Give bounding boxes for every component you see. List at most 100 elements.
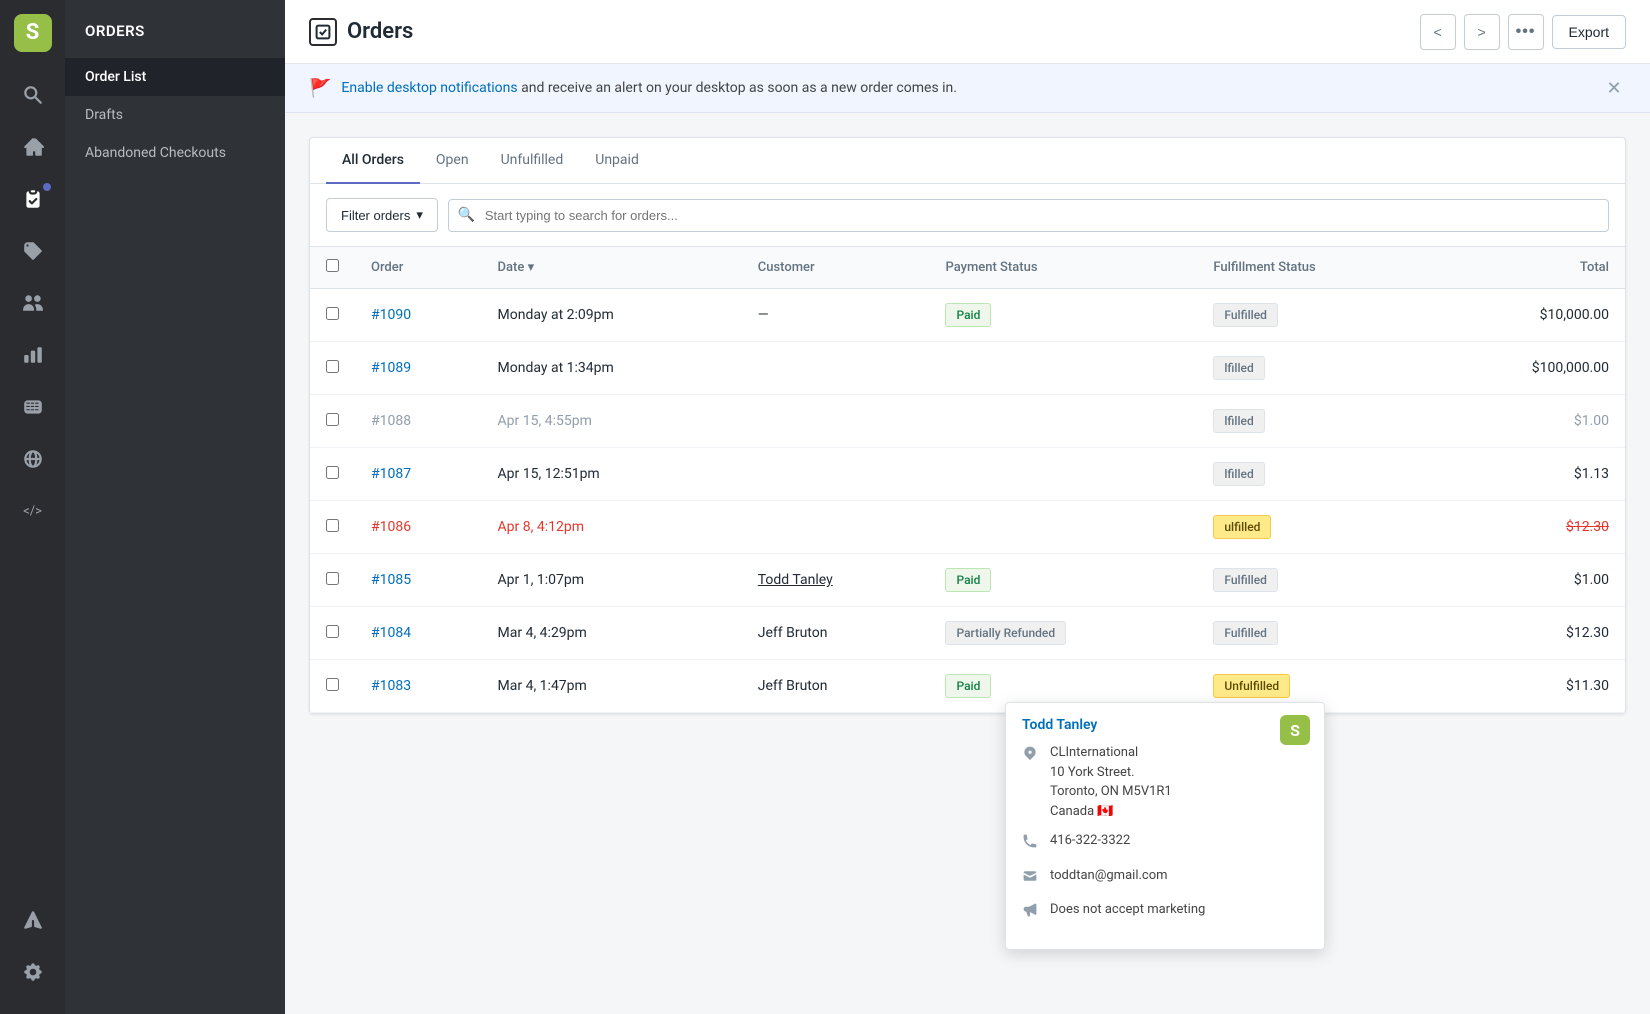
notification-content: 🚩 Enable desktop notifications and recei… (309, 78, 957, 99)
sidebar-item-online-store[interactable] (0, 433, 65, 485)
fulfillment-status-badge: Fulfilled (1213, 568, 1278, 592)
search-icon (22, 84, 44, 106)
order-date: Mar 4, 1:47pm (498, 678, 587, 694)
sidebar-item-search[interactable] (0, 69, 65, 121)
nav-item-drafts[interactable]: Drafts (65, 96, 285, 134)
order-link[interactable]: #1089 (371, 360, 411, 376)
order-link[interactable]: #1090 (371, 307, 411, 323)
tooltip-shopify-icon: S (1280, 715, 1310, 745)
table-row: #1089Monday at 1:34pmlfilled$100,000.00 (310, 342, 1625, 395)
online-store-icon (22, 448, 44, 470)
tab-unpaid[interactable]: Unpaid (579, 138, 655, 184)
shopify-logo[interactable]: S (0, 0, 65, 65)
sidebar-item-products[interactable] (0, 225, 65, 277)
tab-all-orders[interactable]: All Orders (326, 138, 420, 184)
sidebar-item-analytics[interactable] (0, 329, 65, 381)
table-row: #1087Apr 15, 12:51pmlfilled$1.13 (310, 448, 1625, 501)
payment-status-badge: Paid (945, 674, 991, 698)
payment-status-badge: Paid (945, 303, 991, 327)
orders-badge-dot (43, 183, 51, 191)
sidebar-item-settings[interactable] (0, 946, 65, 998)
page-icon (309, 18, 337, 46)
tooltip-address-line1: 10 York Street. (1050, 763, 1172, 783)
top-bar-actions: < > ••• Export (1420, 14, 1626, 50)
next-button[interactable]: > (1464, 14, 1500, 50)
orders-card: All Orders Open Unfulfilled Unpaid Filte… (309, 137, 1626, 714)
tooltip-customer-name[interactable]: Todd Tanley (1006, 703, 1324, 743)
table-header-row: Order Date ▾ Customer Payment Status Ful… (310, 247, 1625, 289)
tab-unfulfilled[interactable]: Unfulfilled (485, 138, 580, 184)
row-checkbox[interactable] (326, 625, 339, 638)
apps-icon (22, 909, 44, 931)
order-link[interactable]: #1087 (371, 466, 411, 482)
export-button[interactable]: Export (1552, 15, 1626, 49)
sidebar-item-orders[interactable] (0, 173, 65, 225)
customer-tooltip: Todd Tanley S CLInternational 10 York St… (1005, 702, 1325, 950)
order-date: Apr 15, 4:55pm (498, 413, 592, 429)
row-checkbox[interactable] (326, 307, 339, 320)
order-total: $12.30 (1566, 625, 1609, 641)
sidebar-item-apps[interactable] (0, 894, 65, 946)
address-icon (1022, 745, 1040, 768)
fulfillment-status-badge: Fulfilled (1213, 303, 1278, 327)
tab-open[interactable]: Open (420, 138, 485, 184)
table-row: #1084Mar 4, 4:29pmJeff BrutonPartially R… (310, 607, 1625, 660)
row-checkbox[interactable] (326, 678, 339, 691)
customers-icon (22, 292, 44, 314)
sidebar-item-home[interactable] (0, 121, 65, 173)
th-order: Order (355, 247, 482, 289)
notification-close-button[interactable]: ✕ (1602, 76, 1626, 100)
logo-mark: S (14, 14, 52, 52)
fulfillment-status-badge: Fulfilled (1213, 621, 1278, 645)
marketing-icon (1022, 902, 1040, 925)
notification-link[interactable]: Enable desktop notifications (341, 80, 517, 96)
sidebar-item-customers[interactable] (0, 277, 65, 329)
shopify-mini-logo: S (1280, 715, 1310, 745)
filter-bar: Filter orders ▾ 🔍 (310, 184, 1625, 247)
table-row: #1086Apr 8, 4:12pmulfilled$12.30 (310, 501, 1625, 554)
order-link[interactable]: #1088 (371, 413, 411, 429)
sidebar-item-code[interactable]: </> (0, 485, 65, 537)
th-total: Total (1433, 247, 1625, 289)
fulfillment-status-badge: lfilled (1213, 409, 1264, 433)
th-customer: Customer (742, 247, 930, 289)
customer-name: Jeff Bruton (758, 625, 828, 641)
orders-table: Order Date ▾ Customer Payment Status Ful… (310, 247, 1625, 713)
search-icon: 🔍 (458, 207, 475, 223)
th-date-label: Date (498, 260, 525, 275)
table-container: Order Date ▾ Customer Payment Status Ful… (310, 247, 1625, 713)
sidebar-item-discounts[interactable] (0, 381, 65, 433)
nav-item-order-list[interactable]: Order List (65, 58, 285, 96)
row-checkbox[interactable] (326, 572, 339, 585)
main-area: Orders < > ••• Export 🚩 Enable desktop n… (285, 0, 1650, 1014)
settings-icon (22, 961, 44, 983)
filter-orders-label: Filter orders (341, 208, 410, 223)
nav-item-abandoned-checkouts[interactable]: Abandoned Checkouts (65, 134, 285, 172)
th-date[interactable]: Date ▾ (482, 247, 742, 289)
prev-button[interactable]: < (1420, 14, 1456, 50)
order-link[interactable]: #1085 (371, 572, 411, 588)
nav-header: Orders (65, 0, 285, 58)
row-checkbox[interactable] (326, 360, 339, 373)
select-all-checkbox[interactable] (326, 259, 339, 272)
order-link[interactable]: #1083 (371, 678, 411, 694)
row-checkbox[interactable] (326, 413, 339, 426)
more-button[interactable]: ••• (1508, 14, 1544, 50)
fulfillment-status-badge: Unfulfilled (1213, 674, 1290, 698)
tooltip-company: CLInternational (1050, 743, 1172, 763)
order-link[interactable]: #1084 (371, 625, 411, 641)
order-total: $11.30 (1566, 678, 1609, 694)
search-input[interactable] (448, 199, 1609, 232)
fulfillment-status-badge: lfilled (1213, 356, 1264, 380)
row-checkbox[interactable] (326, 519, 339, 532)
order-total: $100,000.00 (1532, 360, 1609, 376)
top-bar-left: Orders (309, 18, 413, 46)
filter-orders-button[interactable]: Filter orders ▾ (326, 198, 438, 232)
table-row: #1085Apr 1, 1:07pmTodd TanleyPaidFulfill… (310, 554, 1625, 607)
tabs: All Orders Open Unfulfilled Unpaid (310, 138, 1625, 184)
row-checkbox[interactable] (326, 466, 339, 479)
order-total: $1.00 (1574, 413, 1609, 429)
order-date: Apr 8, 4:12pm (498, 519, 584, 535)
order-link[interactable]: #1086 (371, 519, 411, 535)
customer-name[interactable]: Todd Tanley (758, 572, 833, 588)
